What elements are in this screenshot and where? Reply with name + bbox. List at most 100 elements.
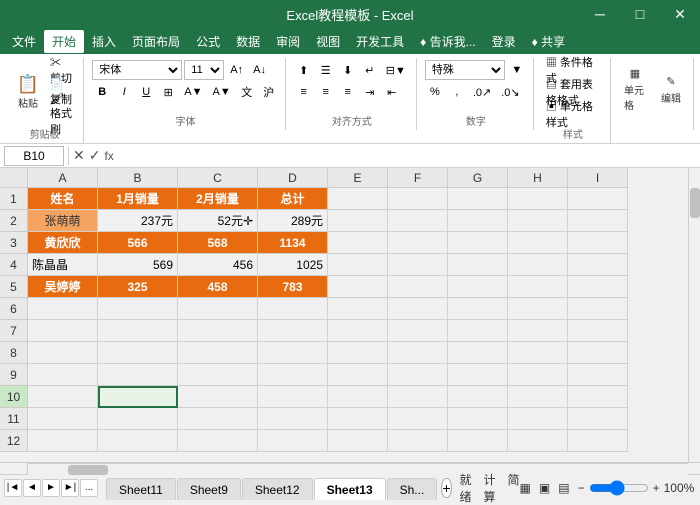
cell-i2[interactable] — [568, 210, 628, 232]
cell-e4[interactable] — [328, 254, 388, 276]
menu-formula[interactable]: 公式 — [188, 30, 228, 53]
cell-f9[interactable] — [388, 364, 448, 386]
cancel-formula-icon[interactable]: ✕ — [73, 147, 85, 164]
menu-login[interactable]: 登录 — [484, 30, 524, 53]
cell-i5[interactable] — [568, 276, 628, 298]
cell-d8[interactable] — [258, 342, 328, 364]
cell-g8[interactable] — [448, 342, 508, 364]
cell-e9[interactable] — [328, 364, 388, 386]
menu-dev[interactable]: 开发工具 — [348, 30, 412, 53]
cell-a5[interactable]: 吴婷婷 — [28, 276, 98, 298]
cell-b8[interactable] — [98, 342, 178, 364]
merge-btn[interactable]: ⊟▼ — [382, 60, 410, 80]
cell-e2[interactable] — [328, 210, 388, 232]
cell-h6[interactable] — [508, 298, 568, 320]
sheet-tab-sheet13[interactable]: Sheet13 — [314, 478, 386, 500]
cell-c1[interactable]: 2月销量 — [178, 188, 258, 210]
row-header-6[interactable]: 6 — [0, 298, 28, 320]
cell-g6[interactable] — [448, 298, 508, 320]
row-header-12[interactable]: 12 — [0, 430, 28, 452]
zoom-slider[interactable] — [589, 480, 649, 496]
zoom-out-btn[interactable]: − — [578, 481, 585, 495]
align-bottom-btn[interactable]: ⬇ — [338, 60, 358, 80]
cell-a1[interactable]: 姓名 — [28, 188, 98, 210]
cell-b6[interactable] — [98, 298, 178, 320]
cell-i3[interactable] — [568, 232, 628, 254]
cell-d6[interactable] — [258, 298, 328, 320]
cell-h3[interactable] — [508, 232, 568, 254]
cell-h2[interactable] — [508, 210, 568, 232]
align-center-btn[interactable]: ≡ — [316, 82, 336, 102]
cell-h12[interactable] — [508, 430, 568, 452]
cell-i8[interactable] — [568, 342, 628, 364]
cell-h5[interactable] — [508, 276, 568, 298]
cell-b12[interactable] — [98, 430, 178, 452]
row-header-2[interactable]: 2 — [0, 210, 28, 232]
cell-i12[interactable] — [568, 430, 628, 452]
cell-c4[interactable]: 456 — [178, 254, 258, 276]
cell-g1[interactable] — [448, 188, 508, 210]
formula-input[interactable] — [118, 146, 696, 166]
cell-a10[interactable] — [28, 386, 98, 408]
cell-e3[interactable] — [328, 232, 388, 254]
cell-d12[interactable] — [258, 430, 328, 452]
cell-f1[interactable] — [388, 188, 448, 210]
cell-c9[interactable] — [178, 364, 258, 386]
col-header-a[interactable]: A — [28, 168, 98, 188]
cell-g7[interactable] — [448, 320, 508, 342]
cell-styles-btn[interactable]: ▣ 单元格样式 — [542, 104, 604, 124]
cell-g3[interactable] — [448, 232, 508, 254]
cell-f5[interactable] — [388, 276, 448, 298]
cell-h8[interactable] — [508, 342, 568, 364]
cell-a12[interactable] — [28, 430, 98, 452]
cell-d7[interactable] — [258, 320, 328, 342]
cell-b7[interactable] — [98, 320, 178, 342]
zoom-in-btn[interactable]: + — [653, 481, 660, 495]
cell-b2[interactable]: 237元 — [98, 210, 178, 232]
cell-i6[interactable] — [568, 298, 628, 320]
font-name-select[interactable]: 宋体 — [92, 60, 182, 80]
tab-prev-btn[interactable]: ◄ — [23, 479, 41, 497]
increase-decimal-btn[interactable]: .0↗ — [469, 82, 495, 102]
cell-i4[interactable] — [568, 254, 628, 276]
outdent-btn[interactable]: ⇤ — [382, 82, 402, 102]
cell-e12[interactable] — [328, 430, 388, 452]
cell-d10[interactable] — [258, 386, 328, 408]
row-header-10[interactable]: 10 — [0, 386, 28, 408]
cell-c12[interactable] — [178, 430, 258, 452]
cell-b11[interactable] — [98, 408, 178, 430]
cells-btn[interactable]: ▦ 单元格 — [619, 64, 651, 115]
col-header-e[interactable]: E — [328, 168, 388, 188]
cell-d11[interactable] — [258, 408, 328, 430]
menu-data[interactable]: 数据 — [228, 30, 268, 53]
restore-button[interactable]: □ — [620, 0, 660, 28]
menu-file[interactable]: 文件 — [4, 30, 44, 53]
menu-share[interactable]: ♦ 共享 — [524, 30, 573, 53]
cell-e5[interactable] — [328, 276, 388, 298]
cell-c2[interactable]: 52元✛ — [178, 210, 258, 232]
cell-c10[interactable] — [178, 386, 258, 408]
menu-home[interactable]: 开始 — [44, 30, 84, 53]
cell-d3[interactable]: 1134 — [258, 232, 328, 254]
cell-c6[interactable] — [178, 298, 258, 320]
cell-f7[interactable] — [388, 320, 448, 342]
cell-e8[interactable] — [328, 342, 388, 364]
cell-h11[interactable] — [508, 408, 568, 430]
menu-view[interactable]: 视图 — [308, 30, 348, 53]
cell-c11[interactable] — [178, 408, 258, 430]
editing-btn[interactable]: ✎ 编辑 — [655, 64, 687, 115]
sheet-tab-sheet11[interactable]: Sheet11 — [106, 478, 176, 500]
align-right-btn[interactable]: ≡ — [338, 82, 358, 102]
cell-g9[interactable] — [448, 364, 508, 386]
cell-e10[interactable] — [328, 386, 388, 408]
tab-dots-btn[interactable]: ... — [80, 479, 98, 497]
cell-f6[interactable] — [388, 298, 448, 320]
menu-review[interactable]: 审阅 — [268, 30, 308, 53]
tab-first-btn[interactable]: |◄ — [4, 479, 22, 497]
sheet-tab-sheet12[interactable]: Sheet12 — [242, 478, 313, 500]
align-top-btn[interactable]: ⬆ — [294, 60, 314, 80]
cell-d1[interactable]: 总计 — [258, 188, 328, 210]
font-color-button[interactable]: A▼ — [209, 82, 235, 102]
menu-insert[interactable]: 插入 — [84, 30, 124, 53]
cell-c8[interactable] — [178, 342, 258, 364]
